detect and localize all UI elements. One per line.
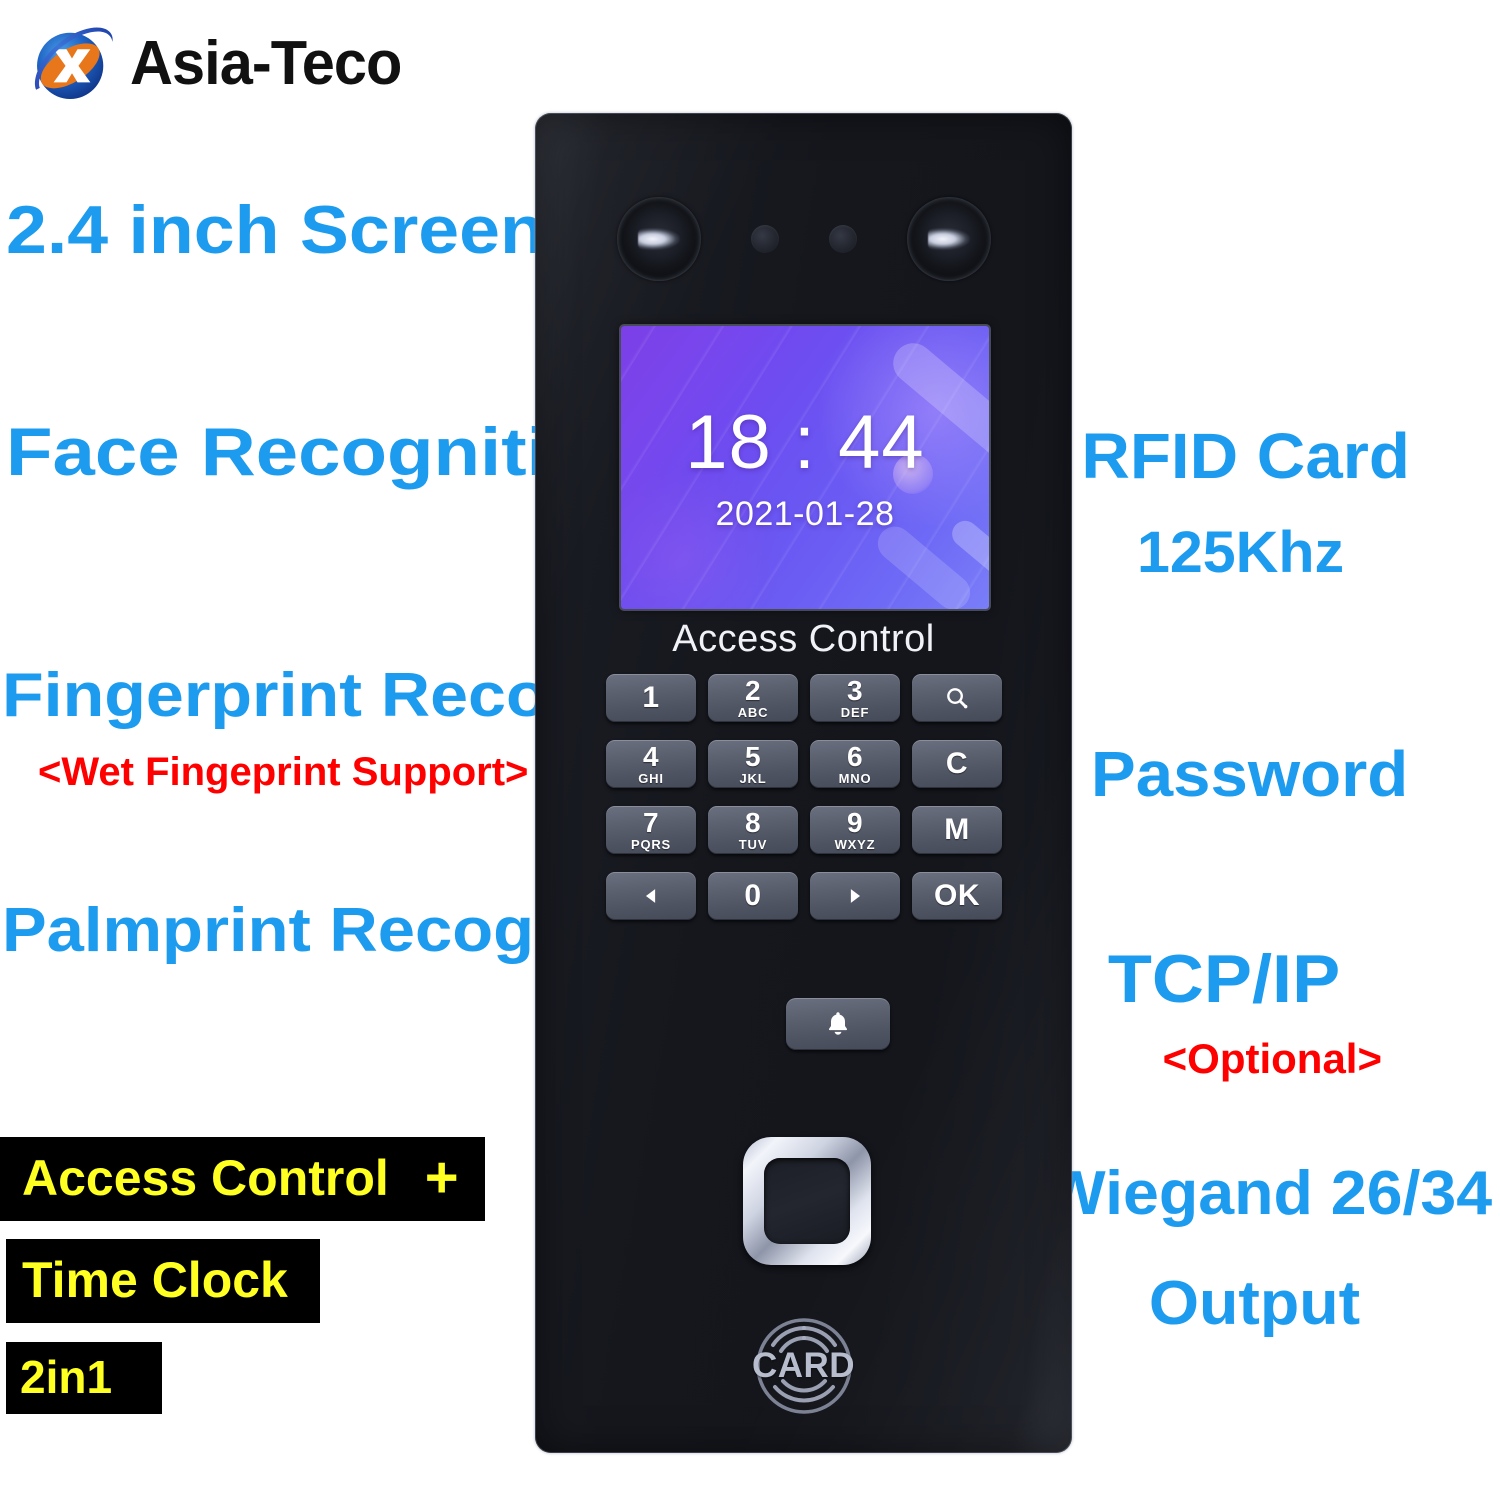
keypad-key-main: 5 [744, 741, 762, 772]
search-icon [947, 688, 968, 709]
feature-label-tcpip: TCP/IP [1107, 941, 1340, 1017]
keypad-key-main: M [944, 813, 970, 846]
keypad-key-left[interactable] [606, 872, 696, 920]
keypad-key-main: 0 [744, 879, 762, 912]
keypad-key-digit-1[interactable]: 1 [606, 674, 696, 722]
fingerprint-sensor-pad[interactable] [764, 1158, 850, 1244]
keypad-key-digit-7[interactable]: 7 PQRS [606, 806, 696, 854]
badge-access-control-label: Access Control [22, 1150, 389, 1206]
keypad-key-right[interactable] [810, 872, 900, 920]
keypad-key-letters: DEF [840, 705, 870, 720]
ir-sensor-dot-right [828, 225, 857, 253]
keypad-key-main: 3 [846, 675, 864, 706]
keypad-key-letters: ABC [737, 705, 769, 720]
keypad-key-letters: TUV [738, 837, 768, 852]
badge-access-control: Access Control + [0, 1137, 485, 1221]
screen-content: 18 : 44 2021-01-28 [621, 326, 989, 609]
camera-row [535, 189, 1072, 289]
screen-clock-time: 18 : 44 [685, 399, 925, 485]
feature-label-password: Password [1090, 738, 1408, 810]
badge-time-clock: Time Clock [6, 1239, 320, 1323]
doorbell-button[interactable] [786, 998, 890, 1050]
keypad[interactable]: 1 2 ABC 3 DEF 4 GHI 5 JKL 6 MNO C 7 PQRS 8 TUV 9 WXYZ M 0 OK [606, 674, 1002, 920]
feature-label-wiegand: Wiegand 26/34 [1044, 1159, 1492, 1228]
card-reader-label: CARD [751, 1346, 856, 1385]
badge-2in1-label: 2in1 [20, 1351, 113, 1403]
brand-logo: Asia-Teco [26, 18, 413, 110]
access-control-terminal: 18 : 44 2021-01-28 Access Control 1 2 ABC 3… [535, 113, 1072, 1453]
keypad-key-main: C [945, 747, 969, 780]
keypad-key-letters: PQRS [630, 837, 672, 852]
keypad-key-digit-5[interactable]: 5 JKL [708, 740, 798, 788]
keypad-key-letters: MNO [838, 771, 872, 786]
feature-label-rfid-freq: 125Khz [1136, 520, 1344, 585]
feature-note-optional: <Optional> [1162, 1035, 1382, 1082]
feature-label-screen: 2.4 inch Screen [6, 192, 545, 268]
badge-2in1: 2in1 [6, 1342, 163, 1414]
bell-icon [828, 1012, 848, 1035]
keypad-key-main: 4 [642, 741, 660, 772]
plus-icon: + [424, 1144, 459, 1210]
keypad-key-digit-0[interactable]: 0 [708, 872, 798, 920]
keypad-key-main: 8 [744, 807, 762, 838]
arrow-right-icon [850, 889, 861, 903]
keypad-key-digit-3[interactable]: 3 DEF [810, 674, 900, 722]
ir-sensor-dot-left [750, 225, 779, 253]
keypad-key-digit-6[interactable]: 6 MNO [810, 740, 900, 788]
keypad-key-digit-9[interactable]: 9 WXYZ [810, 806, 900, 854]
keypad-key-clear[interactable]: C [912, 740, 1002, 788]
keypad-key-letters: JKL [739, 771, 767, 786]
device-screen: 18 : 44 2021-01-28 [621, 326, 989, 609]
keypad-key-digit-2[interactable]: 2 ABC [708, 674, 798, 722]
keypad-key-main: 2 [744, 675, 762, 706]
device-caption: Access Control [672, 618, 935, 660]
badge-time-clock-label: Time Clock [22, 1252, 288, 1308]
keypad-key-menu[interactable]: M [912, 806, 1002, 854]
keypad-key-main: 1 [642, 681, 660, 714]
keypad-key-letters: WXYZ [834, 837, 876, 852]
keypad-key-ok[interactable]: OK [912, 872, 1002, 920]
keypad-key-main: 9 [846, 807, 864, 838]
card-reader-zone[interactable]: CARD [535, 1305, 1072, 1427]
screen-clock-date: 2021-01-28 [715, 494, 895, 533]
card-reader-badge: CARD [743, 1305, 865, 1427]
keypad-key-main: 7 [642, 807, 660, 838]
arrow-left-icon [645, 889, 656, 903]
keypad-key-main: OK [934, 879, 980, 912]
feature-note-wet-fingerprint: <Wet Fingeprint Support> [38, 750, 529, 794]
asia-teco-globe-icon [34, 27, 113, 99]
keypad-key-search[interactable] [912, 674, 1002, 722]
camera-lens-left [616, 197, 701, 281]
keypad-key-main: 6 [846, 741, 864, 772]
brand-name: Asia-Teco [130, 29, 402, 98]
feature-label-rfid: RFID Card [1081, 420, 1410, 492]
keypad-key-digit-4[interactable]: 4 GHI [606, 740, 696, 788]
camera-lens-right [906, 197, 991, 281]
feature-label-wiegand-output: Output [1148, 1269, 1360, 1338]
keypad-key-letters: GHI [638, 771, 664, 786]
keypad-key-digit-8[interactable]: 8 TUV [708, 806, 798, 854]
fingerprint-sensor[interactable] [743, 1137, 871, 1265]
